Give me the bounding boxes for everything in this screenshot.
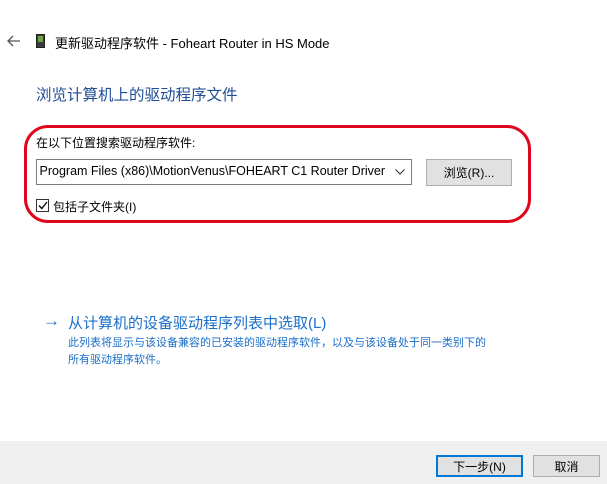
driver-path-combobox[interactable]: Program Files (x86)\MotionVenus\FOHEART … (36, 159, 412, 185)
cancel-button[interactable]: 取消 (533, 455, 600, 477)
page-title: 浏览计算机上的驱动程序文件 (36, 87, 238, 104)
include-subfolders-checkbox[interactable] (36, 199, 49, 212)
back-arrow-icon[interactable] (6, 32, 22, 50)
pick-from-list-link[interactable]: 从计算机的设备驱动程序列表中选取(L) (68, 312, 326, 333)
pick-description-line2: 所有驱动程序软件。 (68, 354, 167, 366)
next-button[interactable]: 下一步(N) (436, 455, 523, 477)
chevron-down-icon[interactable] (389, 160, 411, 184)
checkmark-icon (37, 201, 48, 210)
driver-path-value[interactable]: Program Files (x86)\MotionVenus\FOHEART … (40, 164, 385, 178)
device-icon (36, 34, 45, 48)
window-title: 更新驱动程序软件 - Foheart Router in HS Mode (55, 36, 330, 51)
arrow-right-icon[interactable]: → (43, 311, 60, 331)
browse-button[interactable]: 浏览(R)... (426, 159, 512, 186)
include-subfolders-label[interactable]: 包括子文件夹(I) (53, 198, 136, 215)
pick-description-line1: 此列表将显示与该设备兼容的已安装的驱动程序软件，以及与该设备处于同一类别下的 (68, 337, 486, 349)
search-location-label: 在以下位置搜索驱动程序软件: (36, 136, 196, 150)
